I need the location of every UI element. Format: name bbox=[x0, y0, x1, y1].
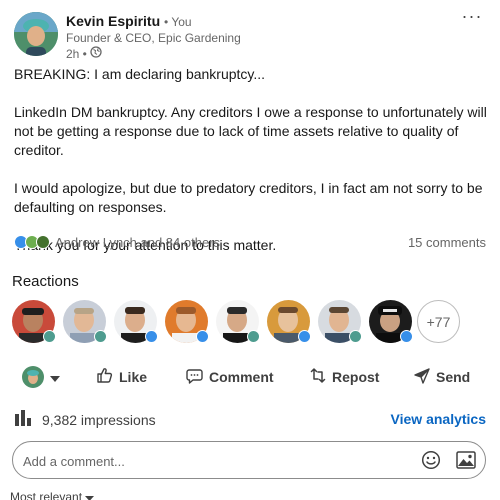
author-name[interactable]: Kevin Espiritu bbox=[66, 13, 160, 29]
view-analytics-link[interactable]: View analytics bbox=[391, 411, 486, 427]
social-counts: Andrew Lynch and 84 others 15 comments bbox=[14, 233, 486, 251]
support-badge-icon bbox=[94, 330, 107, 343]
send-button[interactable]: Send bbox=[414, 364, 470, 390]
like-button[interactable]: Like bbox=[96, 364, 147, 390]
reactor-avatars: +77 bbox=[12, 300, 484, 344]
like-badge-icon bbox=[400, 330, 413, 343]
reactors-text[interactable]: Andrew Lynch and 84 others bbox=[55, 235, 220, 250]
send-label: Send bbox=[436, 369, 471, 385]
impressions-text: 9,382 impressions bbox=[42, 411, 156, 428]
you-label: • You bbox=[164, 15, 192, 29]
impressions[interactable]: 9,382 impressions bbox=[14, 410, 156, 429]
more-reactors-button[interactable]: +77 bbox=[417, 300, 460, 343]
sort-label: Most relevant bbox=[10, 490, 83, 500]
emoji-icon[interactable] bbox=[421, 450, 441, 470]
support-reaction-icon bbox=[36, 235, 50, 249]
comment-label: Comment bbox=[209, 369, 274, 385]
send-icon bbox=[414, 367, 430, 387]
caret-down-icon bbox=[50, 369, 60, 385]
globe-icon bbox=[90, 46, 102, 62]
author-headline: Founder & CEO, Epic Gardening bbox=[66, 31, 241, 45]
author-avatar[interactable] bbox=[14, 12, 58, 56]
image-icon[interactable] bbox=[456, 451, 476, 469]
repost-label: Repost bbox=[332, 369, 380, 385]
sort-dropdown[interactable]: Most relevant bbox=[10, 490, 95, 500]
comment-box bbox=[12, 441, 486, 479]
comments-count[interactable]: 15 comments bbox=[408, 235, 486, 250]
repost-button[interactable]: Repost bbox=[310, 364, 379, 390]
like-label: Like bbox=[119, 369, 148, 385]
thumbs-up-icon bbox=[96, 367, 113, 387]
more-options-icon[interactable]: ··· bbox=[460, 7, 484, 26]
comment-input[interactable] bbox=[23, 451, 403, 471]
support-badge-icon bbox=[43, 330, 56, 343]
avatar bbox=[22, 366, 44, 388]
post-paragraph: I would apologize, but due to predatory … bbox=[14, 180, 483, 215]
like-badge-icon bbox=[196, 330, 209, 343]
post-header: Kevin Espiritu • You Founder & CEO, Epic… bbox=[14, 7, 486, 61]
post-time: 2h • bbox=[66, 46, 87, 61]
actor-switcher-button[interactable] bbox=[22, 364, 60, 390]
like-badge-icon bbox=[298, 330, 311, 343]
reaction-summary[interactable]: Andrew Lynch and 84 others bbox=[14, 235, 220, 250]
support-badge-icon bbox=[349, 330, 362, 343]
caret-down-icon bbox=[85, 490, 95, 500]
post-paragraph: BREAKING: I am declaring bankruptcy... bbox=[14, 66, 266, 82]
repost-icon bbox=[310, 367, 326, 387]
bar-chart-icon bbox=[14, 410, 34, 429]
reactions-title: Reactions bbox=[12, 273, 79, 290]
action-bar: Like Comment Repost Send bbox=[14, 364, 486, 390]
post-paragraph: LinkedIn DM bankruptcy. Any creditors I … bbox=[14, 104, 487, 158]
comment-button[interactable]: Comment bbox=[186, 364, 274, 390]
support-badge-icon bbox=[247, 330, 260, 343]
like-badge-icon bbox=[145, 330, 158, 343]
comment-icon bbox=[186, 368, 203, 387]
